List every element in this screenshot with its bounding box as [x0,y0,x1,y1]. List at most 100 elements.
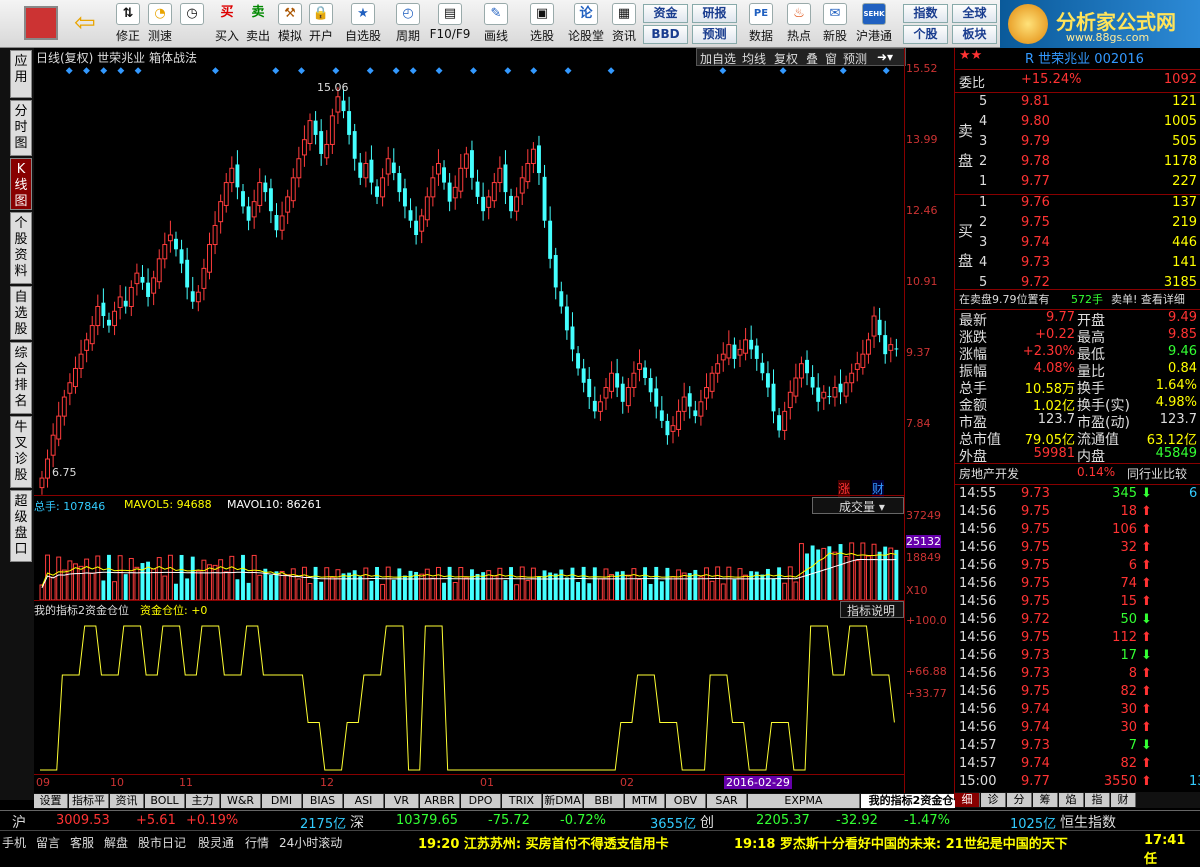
candle-body[interactable] [279,215,285,231]
candle-body[interactable] [553,255,558,288]
tab-13[interactable]: 新DMA [543,794,583,808]
candle-body[interactable] [195,291,201,303]
status-item[interactable]: 股市日记 [138,834,186,851]
candle-body[interactable] [871,315,877,337]
volume-selector[interactable]: 成交量 ▾ [812,497,904,514]
candle-body[interactable] [218,201,224,223]
status-item[interactable]: 留言 [36,834,60,851]
candle-body[interactable] [749,339,754,350]
candle-body[interactable] [709,372,715,392]
candle-body[interactable] [207,244,212,273]
bid-row[interactable]: 4 9.73 141 [955,255,1200,275]
stock-button[interactable]: 个股 [903,25,948,44]
candle-body[interactable] [860,353,866,369]
ipo-button[interactable]: ✉ 新股 [818,3,852,45]
candle-body[interactable] [620,383,625,402]
candle-body[interactable] [548,220,553,259]
predict-button[interactable]: 预测 [843,50,867,67]
candle-body[interactable] [854,363,860,370]
window-button[interactable]: 窗 [825,50,837,67]
candle-body[interactable] [475,181,480,197]
candle-body[interactable] [843,382,849,397]
candle-body[interactable] [385,158,391,175]
draw-line-button[interactable]: ✎ 画线 [476,3,516,45]
candle-body[interactable] [185,259,190,288]
candle-body[interactable] [603,387,609,399]
candle-body[interactable] [212,224,218,246]
tick-row[interactable]: 14:56 9.75 106 ⬆ [955,522,1200,542]
tick-row[interactable]: 14:55 9.73 345 ⬇ 6 [955,486,1200,506]
candle-body[interactable] [648,377,653,393]
candle-body[interactable] [391,162,396,174]
quote-tab-5[interactable]: 指 [1085,793,1110,807]
candle-body[interactable] [470,150,474,178]
candle-body[interactable] [458,167,464,192]
tick-row[interactable]: 14:56 9.74 30 ⬆ [955,720,1200,740]
candle-body[interactable] [782,410,788,431]
candle-body[interactable] [151,277,157,294]
candle-body[interactable] [732,344,737,359]
candle-body[interactable] [341,100,346,112]
candle-body[interactable] [832,387,838,398]
tab-4[interactable]: 主力 [186,794,220,808]
tab-5[interactable]: W&R [221,794,261,808]
candle-body[interactable] [715,363,721,374]
speed-test-button[interactable]: ◔ 测速 [143,3,177,45]
candle-body[interactable] [581,368,586,383]
candle-body[interactable] [128,286,134,307]
tick-row[interactable]: 14:56 9.73 8 ⬆ [955,666,1200,686]
candle-body[interactable] [435,163,441,175]
candle-body[interactable] [167,234,173,242]
tab-2[interactable]: 资讯 [110,794,144,808]
tick-row[interactable]: 14:57 9.74 82 ⬆ [955,756,1200,776]
candle-body[interactable] [888,344,894,351]
candle-body[interactable] [95,305,101,327]
tab-3[interactable]: BOLL [145,794,185,808]
candle-body[interactable] [107,319,111,326]
candle-body[interactable] [347,111,352,135]
candle-body[interactable] [375,186,379,197]
tick-row[interactable]: 14:56 9.75 6 ⬆ [955,558,1200,578]
candle-body[interactable] [659,410,664,421]
candle-body[interactable] [223,182,229,206]
ask-row[interactable]: 4 9.80 1005 [955,114,1200,134]
candle-body[interactable] [643,367,648,378]
candle-body[interactable] [687,393,692,407]
clock-button[interactable]: ◷ [175,3,209,45]
candle-body[interactable] [319,131,324,154]
candle-body[interactable] [56,415,62,440]
sector-button[interactable]: 板块 [952,25,997,44]
candle-body[interactable] [827,396,832,398]
candle-body[interactable] [123,300,128,307]
candle-body[interactable] [251,201,257,218]
candle-body[interactable] [777,415,782,431]
tab-0[interactable]: 设置 [34,794,68,808]
tab-12[interactable]: TRIX [502,794,542,808]
status-item[interactable]: 手机 [2,834,26,851]
bid-row[interactable]: 2 9.75 219 [955,215,1200,235]
candle-body[interactable] [257,182,263,206]
candle-body[interactable] [174,238,178,250]
candle-body[interactable] [816,387,821,402]
candle-body[interactable] [592,400,597,412]
candle-body[interactable] [190,291,195,302]
candle-body[interactable] [263,182,268,193]
order-notice[interactable]: 在卖盘9.79位置有 572手 卖单! 查看详细 [955,291,1200,311]
candle-body[interactable] [481,196,486,212]
tick-row[interactable]: 14:56 9.75 112 ⬆ [955,630,1200,650]
candle-body[interactable] [463,153,469,169]
candle-body[interactable] [704,387,709,399]
tick-row[interactable]: 14:56 9.75 32 ⬆ [955,540,1200,560]
candle-body[interactable] [637,363,642,370]
candle-body[interactable] [358,162,363,178]
candle-body[interactable] [597,401,603,412]
candle-body[interactable] [246,206,251,221]
tab-6[interactable]: DMI [262,794,302,808]
candle-body[interactable] [537,145,541,174]
candle-body[interactable] [78,353,84,369]
candle-body[interactable] [162,244,168,260]
candle-body[interactable] [542,176,547,221]
bbd-button[interactable]: BBD [643,25,688,44]
tick-row[interactable]: 14:57 9.73 7 ⬇ [955,738,1200,758]
candle-body[interactable] [201,267,207,289]
